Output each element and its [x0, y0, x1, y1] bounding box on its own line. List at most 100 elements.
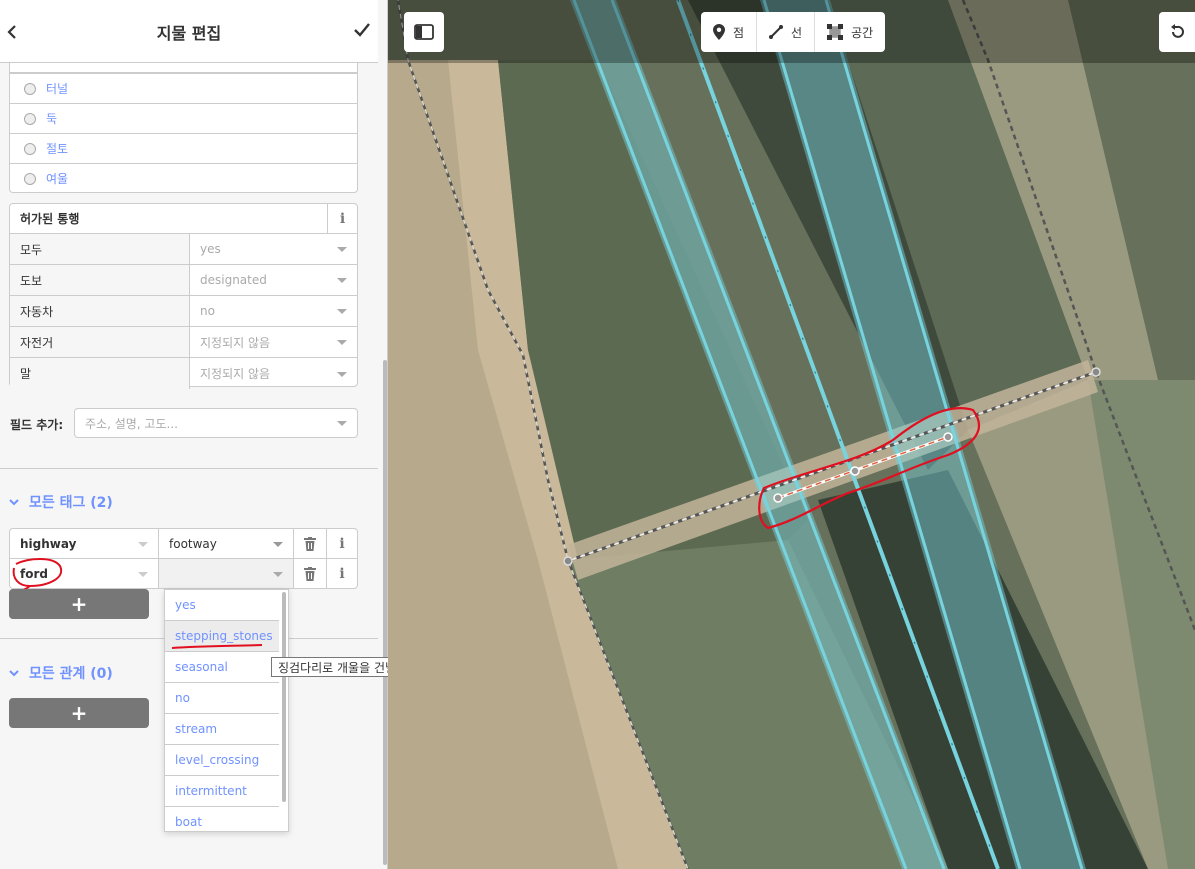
- trash-icon[interactable]: [294, 529, 327, 558]
- all-relations-title: 모든 관계 (0): [29, 666, 113, 682]
- chevron-down-icon: [337, 278, 347, 283]
- radio-embankment[interactable]: 둑: [10, 103, 357, 133]
- tag-row: highway footway i: [9, 528, 358, 559]
- chevron-down-icon: [337, 247, 347, 252]
- dropdown-option[interactable]: boat: [165, 807, 279, 831]
- access-row-all: 모두 yes: [10, 234, 357, 265]
- structure-radio-group: 터널 둑 절토 여울: [9, 63, 358, 193]
- mode-label: 점: [733, 25, 745, 40]
- area-icon: [827, 24, 844, 40]
- check-icon[interactable]: [352, 20, 376, 44]
- tag-key: highway: [20, 536, 77, 551]
- all-tags-toggle[interactable]: 모든 태그 (2): [9, 492, 113, 512]
- satellite-imagery: [388, 0, 1195, 869]
- mode-label: 공간: [851, 25, 874, 40]
- radio-button[interactable]: [24, 142, 36, 155]
- access-row-foot: 도보 designated: [10, 265, 357, 296]
- chevron-down-icon: [9, 499, 19, 506]
- access-panel: 허가된 통행 i 모두 yes 도보 designated 자동차 no 자전거…: [9, 203, 358, 389]
- add-point-button[interactable]: 점: [701, 12, 758, 52]
- chevron-down-icon: [337, 340, 347, 345]
- access-row-motor: 자동차 no: [10, 296, 357, 327]
- tag-value-input[interactable]: footway: [159, 529, 294, 558]
- chevron-down-icon: [337, 421, 347, 426]
- dropdown-scrollbar[interactable]: [282, 592, 286, 802]
- dropdown-option[interactable]: stream: [165, 714, 279, 745]
- sidebar-scrollbar[interactable]: [383, 360, 387, 865]
- access-value: no: [200, 304, 215, 318]
- add-tag-button[interactable]: +: [9, 589, 149, 619]
- tag-value: footway: [169, 536, 217, 551]
- access-row-horse: 말 지정되지 않음: [10, 358, 357, 389]
- access-header: 허가된 통행 i: [10, 203, 357, 234]
- sidebar: 지물 편집 터널 둑 절토 여울 허가된 통행 i 모두 yes 도보 desi…: [0, 0, 489, 869]
- access-value: 지정되지 않음: [200, 367, 271, 381]
- access-key: 말: [10, 358, 190, 389]
- chevron-down-icon: [337, 309, 347, 314]
- mode-label: 선: [791, 25, 803, 40]
- chevron-down-icon: [337, 371, 347, 377]
- all-relations-toggle[interactable]: 모든 관계 (0): [9, 663, 113, 683]
- access-value-select[interactable]: 지정되지 않음: [190, 358, 357, 389]
- radio-button[interactable]: [24, 172, 36, 185]
- access-key: 도보: [10, 265, 190, 295]
- trash-icon[interactable]: [294, 559, 327, 588]
- chevron-down-icon: [138, 571, 148, 577]
- chevron-down-icon: [9, 670, 19, 677]
- radio-label: 둑: [46, 112, 58, 126]
- access-key: 자동차: [10, 296, 190, 326]
- radio-cutting[interactable]: 절토: [10, 133, 357, 163]
- dropdown-option[interactable]: yes: [165, 590, 279, 621]
- radio-label: 절토: [46, 142, 69, 156]
- add-line-button[interactable]: 선: [757, 12, 816, 52]
- tag-key-input[interactable]: highway: [10, 529, 159, 558]
- access-row-bicycle: 자전거 지정되지 않음: [10, 327, 357, 358]
- access-value: 지정되지 않음: [200, 335, 271, 350]
- access-title: 허가된 통행: [20, 212, 80, 226]
- page-title: 지물 편집: [156, 24, 222, 43]
- access-value-select[interactable]: yes: [190, 234, 357, 264]
- radio-ford[interactable]: 여울: [10, 163, 357, 193]
- access-value-select[interactable]: 지정되지 않음: [190, 327, 357, 357]
- radio-button[interactable]: [24, 112, 36, 125]
- divider: [0, 468, 378, 469]
- back-icon[interactable]: [2, 18, 22, 46]
- annotation-mark: [171, 644, 263, 649]
- access-key: 모두: [10, 234, 190, 264]
- dropdown-option[interactable]: seasonal: [165, 652, 279, 683]
- point-icon: [713, 24, 725, 40]
- radio-row-cut: [10, 63, 357, 73]
- chevron-down-icon: [273, 571, 283, 577]
- line-icon: [769, 25, 784, 39]
- radio-button[interactable]: [24, 82, 36, 95]
- all-tags-title: 모든 태그 (2): [29, 495, 113, 511]
- access-value: designated: [200, 273, 267, 287]
- add-area-button[interactable]: 공간: [815, 12, 885, 52]
- undo-icon[interactable]: [1159, 12, 1195, 52]
- add-field-placeholder: 주소, 설명, 고도...: [85, 416, 178, 431]
- radio-tunnel[interactable]: 터널: [10, 73, 357, 103]
- info-icon[interactable]: i: [327, 559, 357, 588]
- map-view[interactable]: 점 선 공간: [388, 0, 1195, 869]
- dropdown-option[interactable]: level_crossing: [165, 745, 279, 776]
- info-icon[interactable]: i: [327, 203, 357, 234]
- chevron-down-icon: [273, 541, 283, 547]
- access-value-select[interactable]: designated: [190, 265, 357, 295]
- mode-toolbar: 점 선 공간: [701, 12, 886, 52]
- sidebar-toggle-icon[interactable]: [404, 12, 444, 52]
- dropdown-option[interactable]: intermittent: [165, 776, 279, 807]
- radio-label: 여울: [46, 172, 69, 186]
- chevron-down-icon: [138, 541, 148, 547]
- access-value: yes: [200, 242, 221, 256]
- access-key: 자전거: [10, 327, 190, 357]
- tag-value-input[interactable]: [159, 559, 294, 588]
- access-value-select[interactable]: no: [190, 296, 357, 326]
- sidebar-header: 지물 편집: [0, 0, 378, 63]
- add-field-input[interactable]: 주소, 설명, 고도...: [74, 408, 358, 438]
- dropdown-option[interactable]: no: [165, 683, 279, 714]
- add-relation-button[interactable]: +: [9, 698, 149, 728]
- add-field-label: 필드 추가:: [10, 418, 64, 432]
- radio-label: 터널: [46, 82, 69, 96]
- info-icon[interactable]: i: [327, 529, 357, 558]
- ford-value-dropdown: yes stepping_stones seasonal no stream l…: [164, 589, 289, 832]
